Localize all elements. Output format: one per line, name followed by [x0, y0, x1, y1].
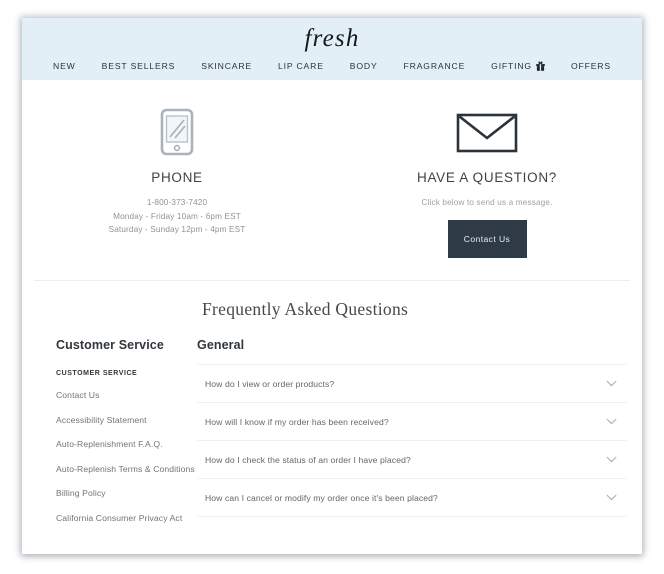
nav-label: BODY — [349, 61, 378, 71]
brand-logo[interactable]: fresh — [22, 23, 642, 54]
contact-us-button[interactable]: Contact Us — [447, 220, 527, 258]
main-navigation: NEW BEST SELLERS SKINCARE LIP CARE BODY … — [22, 59, 642, 73]
faq-question-label: How do I check the status of an order I … — [205, 454, 411, 465]
faq-main: General How do I view or order products?… — [197, 338, 642, 524]
sidebar-item-accessibility-statement[interactable]: Accessibility Statement — [56, 414, 197, 427]
faq-question-label: How will I know if my order has been rec… — [205, 416, 389, 427]
sidebar-kicker: CUSTOMER SERVICE — [56, 370, 138, 377]
sidebar-item-california-consumer-privacy-act[interactable]: California Consumer Privacy Act — [56, 512, 197, 525]
sidebar-title: Customer Service — [56, 338, 164, 352]
gift-icon — [536, 61, 545, 71]
phone-details: 1-800-373-7420 Monday - Friday 10am - 6p… — [42, 196, 312, 237]
nav-item-gifting[interactable]: GIFTING — [478, 59, 558, 73]
chevron-down-icon[interactable] — [606, 380, 617, 387]
faq-question-label: How do I view or order products? — [205, 378, 335, 389]
nav-item-lip-care[interactable]: LIP CARE — [265, 59, 337, 73]
sidebar-item-auto-replenishment-faq[interactable]: Auto-Replenishment F.A.Q. — [56, 438, 197, 451]
contact-phone-column: PHONE 1-800-373-7420 Monday - Friday 10a… — [22, 106, 332, 258]
nav-label: LIP CARE — [277, 61, 324, 71]
contact-band: PHONE 1-800-373-7420 Monday - Friday 10a… — [22, 80, 642, 280]
sidebar-item-billing-policy[interactable]: Billing Policy — [56, 487, 197, 500]
nav-label: GIFTING — [491, 61, 532, 71]
phone-hours-weekday: Monday - Friday 10am - 6pm EST — [113, 211, 241, 221]
sidebar-item-auto-replenish-terms[interactable]: Auto-Replenish Terms & Conditions — [56, 463, 197, 476]
sidebar-item-contact-us[interactable]: Contact Us — [56, 389, 197, 402]
phone-title: PHONE — [151, 170, 203, 185]
chevron-down-icon[interactable] — [606, 418, 617, 425]
site-header: fresh NEW BEST SELLERS SKINCARE LIP CARE… — [22, 18, 642, 80]
faq-accordion-list: How do I view or order products? How wil… — [197, 364, 627, 517]
chevron-down-icon[interactable] — [606, 494, 617, 501]
nav-item-new[interactable]: NEW — [40, 59, 89, 73]
contact-question-column: HAVE A QUESTION? Click below to send us … — [332, 106, 642, 258]
nav-label: NEW — [53, 61, 76, 71]
page-frame: fresh NEW BEST SELLERS SKINCARE LIP CARE… — [22, 18, 642, 554]
faq-accordion-item[interactable]: How will I know if my order has been rec… — [197, 403, 627, 441]
phone-number[interactable]: 1-800-373-7420 — [42, 196, 312, 210]
smartphone-icon — [42, 106, 312, 158]
question-title: HAVE A QUESTION? — [417, 170, 557, 185]
nav-label: BEST SELLERS — [101, 61, 176, 71]
nav-item-fragrance[interactable]: FRAGRANCE — [391, 59, 479, 73]
faq-accordion-item[interactable]: How do I check the status of an order I … — [197, 441, 627, 479]
nav-label: SKINCARE — [201, 61, 252, 71]
faq-heading: Frequently Asked Questions — [202, 299, 409, 319]
faq-body: Customer Service CUSTOMER SERVICE Contac… — [22, 338, 642, 524]
nav-label: OFFERS — [570, 61, 611, 71]
envelope-icon — [352, 106, 622, 158]
faq-group-title: General — [197, 338, 245, 352]
nav-item-best-sellers[interactable]: BEST SELLERS — [89, 59, 189, 73]
nav-item-skincare[interactable]: SKINCARE — [188, 59, 265, 73]
chevron-down-icon[interactable] — [606, 456, 617, 463]
faq-question-label: How can I cancel or modify my order once… — [205, 492, 438, 503]
customer-service-sidebar: Customer Service CUSTOMER SERVICE Contac… — [22, 338, 197, 524]
question-subtitle: Click below to send us a message. — [421, 198, 553, 207]
nav-item-offers[interactable]: OFFERS — [558, 59, 624, 73]
faq-section: Frequently Asked Questions Customer Serv… — [22, 281, 642, 524]
faq-accordion-item[interactable]: How can I cancel or modify my order once… — [197, 479, 627, 517]
nav-item-body[interactable]: BODY — [337, 59, 391, 73]
nav-label: FRAGRANCE — [403, 61, 466, 71]
phone-hours-weekend: Saturday - Sunday 12pm - 4pm EST — [108, 225, 246, 234]
faq-accordion-item[interactable]: How do I view or order products? — [197, 365, 627, 403]
